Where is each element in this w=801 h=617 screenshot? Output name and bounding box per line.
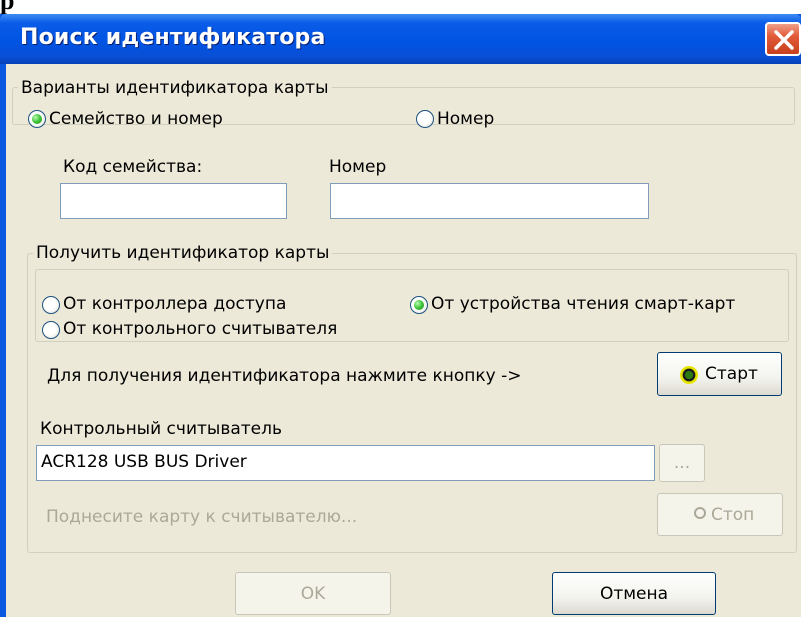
radio-from-controller-label[interactable]: От контроллера доступа [63,294,286,314]
radio-family-and-number-label[interactable]: Семейство и номер [49,109,223,129]
group-get-legend: Получить идентификатор карты [33,243,333,263]
stop-icon [694,507,706,519]
dialog-window: Поиск идентификатора Варианты идентифика… [0,14,801,617]
radio-number-label[interactable]: Номер [437,109,494,129]
group-variants-legend: Варианты идентификатора карты [18,78,332,98]
ok-button-label: OK [300,583,326,604]
radio-from-controller[interactable] [42,296,60,314]
title-bar: Поиск идентификатора [0,14,801,64]
radio-from-control-reader[interactable] [42,321,60,339]
cancel-button-label: Отмена [599,583,669,604]
dialog-client-area: Варианты идентификатора карты Семейство … [6,64,801,617]
dialog-title: Поиск идентификатора [20,25,326,50]
hint-text: Поднесите карту к считывателю... [46,507,358,527]
reader-label: Контрольный считыватель [40,419,283,439]
browse-button-label: ... [673,453,691,473]
instruction-text: Для получения идентификатора нажмите кно… [47,366,522,386]
start-button-label: Старт [705,364,758,384]
number-input[interactable] [330,183,649,219]
browse-button[interactable]: ... [659,444,705,482]
close-icon [774,30,794,50]
stop-button-label: Стоп [711,505,755,525]
radio-from-smartcard-reader-label[interactable]: От устройства чтения смарт-карт [431,294,735,314]
radio-from-control-reader-label[interactable]: От контрольного считывателя [63,319,337,339]
cancel-button[interactable]: Отмена [552,572,716,615]
number-label: Номер [329,157,387,177]
radio-number[interactable] [416,110,434,128]
family-code-input[interactable] [60,183,287,219]
reader-input[interactable]: ACR128 USB BUS Driver [36,445,655,481]
family-code-label: Код семейства: [63,157,203,177]
radio-from-smartcard-reader[interactable] [410,296,428,314]
close-button[interactable] [765,22,801,56]
stop-button[interactable]: Стоп [657,493,783,536]
radio-family-and-number[interactable] [28,110,46,128]
ok-button[interactable]: OK [235,572,391,615]
start-button[interactable]: Старт [657,352,782,396]
start-icon [680,366,698,384]
